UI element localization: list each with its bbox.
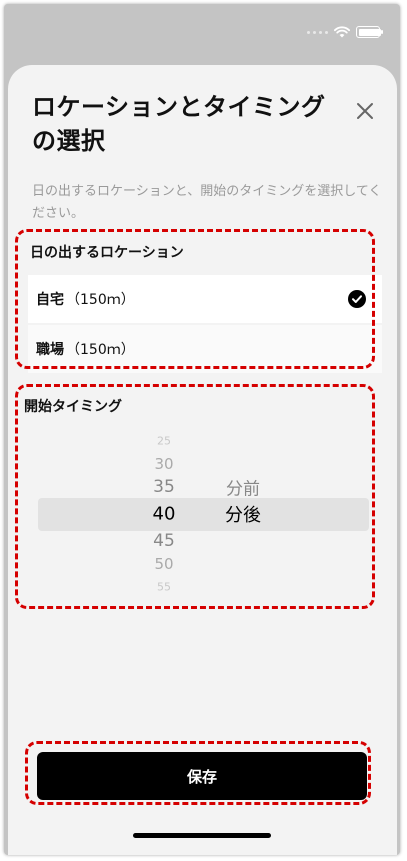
sheet-title: ロケーションとタイミングの選択 xyxy=(32,93,326,155)
picker-selection-bar xyxy=(38,498,369,531)
save-button[interactable]: 保存 xyxy=(37,752,367,800)
battery-icon xyxy=(356,26,383,38)
picker-minute-option[interactable]: 40 xyxy=(153,504,176,525)
checkmark-circle-icon xyxy=(348,290,366,308)
picker-relation-option[interactable]: 分後 xyxy=(225,501,261,527)
location-option-home[interactable]: 自宅 （150ｍ） xyxy=(28,275,382,323)
location-distance: （150ｍ） xyxy=(66,342,135,358)
picker-relation-option[interactable]: 分前 xyxy=(226,475,260,500)
bottom-sheet: ロケーションとタイミングの選択 日の出するロケーションと、開始のタイミングを選択… xyxy=(8,65,397,855)
home-indicator xyxy=(133,833,271,838)
location-distance: （150ｍ） xyxy=(66,292,135,308)
picker-minute-option[interactable]: 35 xyxy=(153,477,175,497)
wifi-icon xyxy=(334,26,350,38)
picker-minute-option[interactable]: 30 xyxy=(154,455,173,473)
location-name: 自宅 xyxy=(36,292,64,308)
picker-minute-option[interactable]: 25 xyxy=(157,435,171,448)
status-bar xyxy=(307,26,383,38)
close-icon[interactable] xyxy=(353,99,377,123)
sheet-description: 日の出するロケーションと、開始のタイミングを選択してください。 xyxy=(32,184,382,221)
timing-section: 開始タイミング 25 30 35 40 45 50 55 分前 分後 xyxy=(20,390,384,612)
location-section-label: 日の出するロケーション xyxy=(30,245,184,261)
location-section: 日の出するロケーション 自宅 （150ｍ） 職場 （150ｍ） xyxy=(20,233,384,373)
picker-minute-option[interactable]: 45 xyxy=(153,531,175,551)
timing-picker[interactable]: 25 30 35 40 45 50 55 分前 分後 xyxy=(20,390,384,612)
location-option-work[interactable]: 職場 （150ｍ） xyxy=(28,325,382,373)
cellular-signal-icon xyxy=(307,30,328,34)
phone-frame: ロケーションとタイミングの選択 日の出するロケーションと、開始のタイミングを選択… xyxy=(4,4,400,855)
picker-minute-option[interactable]: 55 xyxy=(157,581,171,594)
location-name: 職場 xyxy=(36,342,64,358)
picker-minute-option[interactable]: 50 xyxy=(154,555,173,573)
